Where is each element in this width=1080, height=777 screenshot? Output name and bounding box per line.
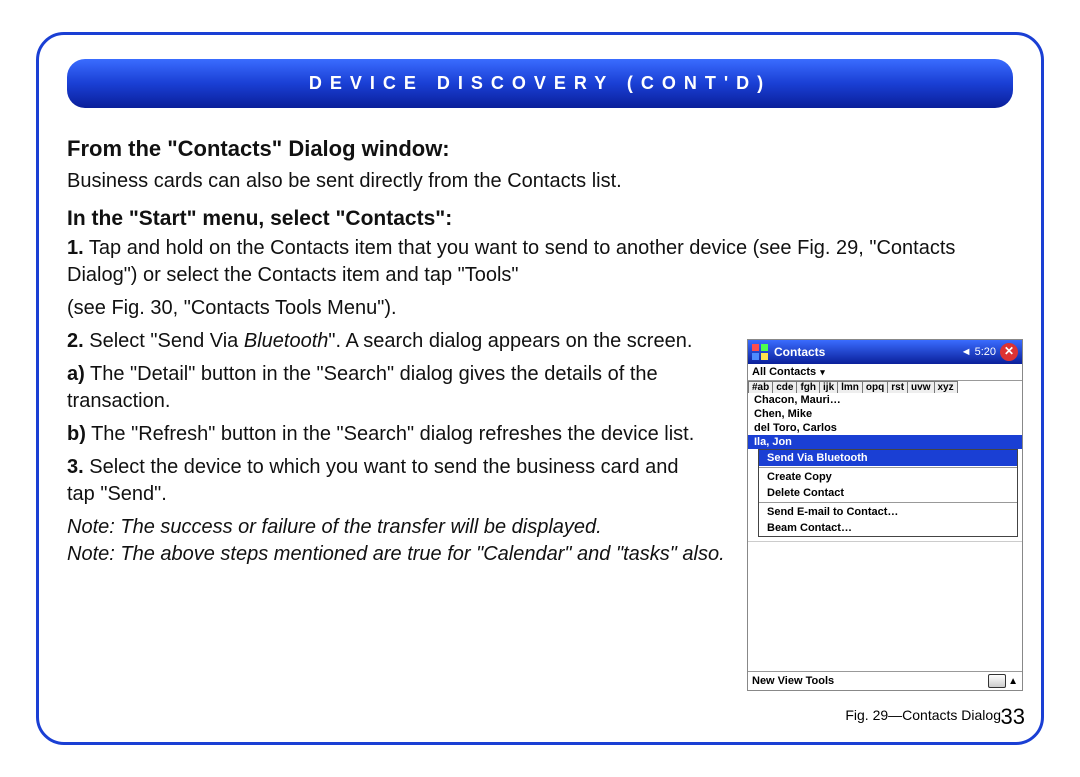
device-footer: New View Tools ▲ [748,671,1022,690]
menu-send-via-bluetooth[interactable]: Send Via Bluetooth [759,450,1017,466]
step-2a-text: The "Detail" button in the "Search" dial… [67,363,658,412]
contact-row[interactable]: del Toro, Carlos [748,421,1022,435]
step-1-text-a: Tap and hold on the Contacts item that y… [67,237,955,286]
section-header: DEVICE DISCOVERY (CONT'D) [67,59,1013,108]
step-2-italic: Bluetooth [244,330,329,352]
menu-send-email[interactable]: Send E-mail to Contact… [759,504,1017,520]
step-2-text-a: Select "Send Via [89,330,244,352]
figure-caption: Fig. 29—Contacts Dialog [845,707,1001,723]
contact-row-selected[interactable]: Ila, Jon [748,435,1022,449]
alpha-tab[interactable]: #ab [748,381,773,393]
context-menu: Send Via Bluetooth Create Copy Delete Co… [758,449,1018,537]
menu-beam-contact[interactable]: Beam Contact… [759,520,1017,536]
device-contact-list: Chacon, Mauri… Chen, Mike del Toro, Carl… [748,393,1022,449]
menu-divider [759,502,1017,503]
step-2b: b) The "Refresh" button in the "Search" … [67,421,707,448]
close-icon[interactable]: ✕ [1000,343,1018,361]
heading-start-menu: In the "Start" menu, select "Contacts": [67,205,1013,233]
device-filter-label: All Contacts [752,366,816,378]
device-footer-commands[interactable]: New View Tools [752,675,834,687]
alpha-tab[interactable]: rst [887,381,908,393]
device-app-title: Contacts [774,345,961,359]
device-clock: ◄ 5:20 [961,346,996,358]
alpha-tab[interactable]: uvw [907,381,934,393]
alpha-tab[interactable]: xyz [934,381,958,393]
device-alpha-tabs[interactable]: #ab cde fgh ijk lmn opq rst uvw xyz [748,381,1022,393]
chevron-down-icon: ▾ [820,367,825,378]
alpha-tab[interactable]: ijk [819,381,838,393]
step-2b-label: b) [67,423,86,445]
step-2a-label: a) [67,363,85,385]
contact-row[interactable]: Chacon, Mauri… [748,393,1022,407]
heading-contacts-dialog: From the "Contacts" Dialog window: [67,134,1013,164]
step-1-cont: (see Fig. 30, "Contacts Tools Menu"). [67,295,707,322]
device-blank-area [748,541,1022,671]
step-3: 3. Select the device to which you want t… [67,454,707,508]
menu-create-copy[interactable]: Create Copy [759,469,1017,485]
contact-row[interactable]: Chen, Mike [748,407,1022,421]
alpha-tab[interactable]: fgh [796,381,820,393]
device-titlebar: Contacts ◄ 5:20 ✕ [748,340,1022,364]
step-2b-text: The "Refresh" button in the "Search" dia… [91,423,694,445]
windows-icon [752,344,768,360]
step-2-number: 2. [67,330,84,352]
figure-device-screenshot: Contacts ◄ 5:20 ✕ All Contacts ▾ #ab cde… [747,339,1023,691]
step-2a: a) The "Detail" button in the "Search" d… [67,361,707,415]
page-number: 33 [1001,704,1025,730]
keyboard-icon[interactable] [988,674,1006,688]
chevron-up-icon[interactable]: ▲ [1008,676,1018,687]
step-3-number: 3. [67,456,84,478]
page-frame: DEVICE DISCOVERY (CONT'D) From the "Cont… [36,32,1044,745]
step-1-number: 1. [67,237,84,259]
alpha-tab[interactable]: lmn [837,381,863,393]
alpha-tab[interactable]: cde [772,381,797,393]
step-2: 2. Select "Send Via Bluetooth". A search… [67,328,707,355]
step-2-text-b: ". A search dialog appears on the screen… [328,330,692,352]
alpha-tab[interactable]: opq [862,381,888,393]
intro-para: Business cards can also be sent directly… [67,168,1013,195]
menu-delete-contact[interactable]: Delete Contact [759,485,1017,501]
step-3-text: Select the device to which you want to s… [67,456,679,505]
device-filter-bar[interactable]: All Contacts ▾ [748,364,1022,381]
menu-divider [759,467,1017,468]
step-1: 1. Tap and hold on the Contacts item tha… [67,235,1013,289]
